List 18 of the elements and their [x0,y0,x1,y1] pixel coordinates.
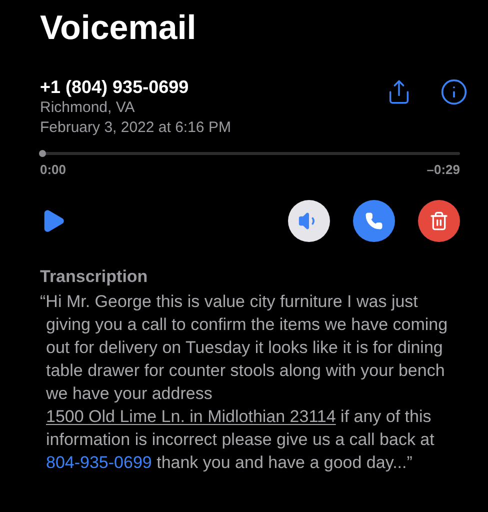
remaining-time: –0:29 [426,161,460,179]
delete-button[interactable] [418,200,460,242]
info-icon[interactable] [440,78,468,106]
caller-number: +1 (804) 935-0699 [40,76,190,98]
playback-track[interactable] [40,152,460,155]
address-link[interactable]: 1500 Old Lime Ln. in Midlothian 23114 [46,406,336,426]
trash-icon [429,210,449,230]
phone-link[interactable]: 804-935-0699 [46,452,152,472]
speaker-button[interactable] [288,200,330,242]
call-date: February 3, 2022 at 6:16 PM [40,118,232,138]
elapsed-time: 0:00 [40,161,66,179]
playback-thumb[interactable] [39,150,46,157]
page-title: Voicemail [40,8,198,48]
transcription-heading: Transcription [40,266,149,288]
caller-location: Richmond, VA [40,98,136,118]
call-button[interactable] [353,200,395,242]
transcription-text: “Hi Mr. George this is value city furniture I was just giving you a call to confirm the items we have coming out for delivery on Tuesday it looks like it is for dining table drawer for counter stools along with your bench we have your address 1500 Old Lime Ln. in Midlothian 23114 if any of this information is incorrect please give us a call back at 804-935-0699 thank you and have a good day...” [40,290,449,474]
phone-icon [365,212,383,230]
